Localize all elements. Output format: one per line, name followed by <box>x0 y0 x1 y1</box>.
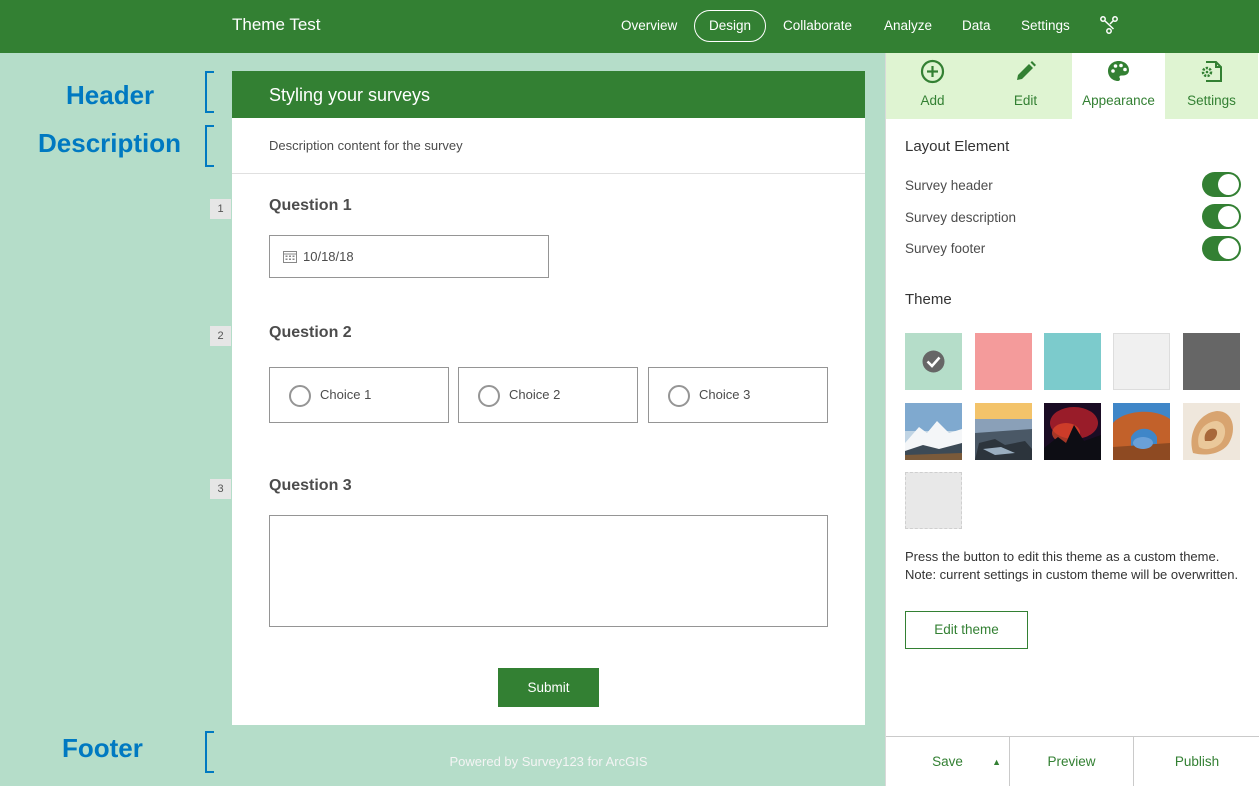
description-bracket <box>205 125 214 167</box>
question-3-textarea[interactable] <box>269 515 828 627</box>
date-input[interactable]: 10/18/18 <box>269 235 549 278</box>
edit-theme-button[interactable]: Edit theme <box>905 611 1028 649</box>
radio-icon <box>289 385 311 407</box>
tab-settings[interactable]: Settings <box>1165 53 1258 119</box>
theme-image-arch[interactable] <box>1113 403 1170 460</box>
annotation-footer: Footer <box>62 733 143 763</box>
theme-swatch-green[interactable] <box>905 333 962 390</box>
choice-label: Choice 2 <box>509 387 561 402</box>
theme-swatch-dark[interactable] <box>1183 333 1240 390</box>
survey-description-toggle[interactable] <box>1202 204 1241 229</box>
tab-edit[interactable]: Edit <box>979 53 1072 119</box>
caret-up-icon[interactable]: ▲ <box>992 737 1001 786</box>
toggle-knob <box>1218 174 1239 195</box>
survey-description: Description content for the survey <box>232 118 865 174</box>
theme-swatch-custom[interactable] <box>905 472 962 529</box>
save-label: Save <box>932 754 963 769</box>
add-circle-icon <box>920 59 945 84</box>
tab-appearance[interactable]: Appearance <box>1072 53 1165 119</box>
question-number: 1 <box>210 199 231 219</box>
tab-label: Edit <box>1013 93 1038 108</box>
nav-settings[interactable]: Settings <box>1007 10 1084 42</box>
choice-label: Choice 1 <box>320 387 372 402</box>
radio-icon <box>668 385 690 407</box>
calendar-icon <box>283 251 297 263</box>
custom-theme-note: Press the button to edit this theme as a… <box>905 549 1239 582</box>
annotation-header: Header <box>66 80 155 110</box>
theme-swatch-pink[interactable] <box>975 333 1032 390</box>
choice-option[interactable]: Choice 3 <box>648 367 828 423</box>
share-icon[interactable] <box>1098 14 1120 36</box>
choice-option[interactable]: Choice 1 <box>269 367 449 423</box>
toggle-label: Survey description <box>905 210 1017 225</box>
check-circle-icon <box>922 350 945 373</box>
nav-overview[interactable]: Overview <box>607 10 691 42</box>
theme-image-seashell[interactable] <box>1183 403 1240 460</box>
appearance-panel: Add Edit Appearance Settings Layout Elem… <box>885 53 1259 786</box>
question-label: Question 2 <box>269 324 352 341</box>
toggle-label: Survey footer <box>905 241 986 256</box>
survey-footer-toggle[interactable] <box>1202 236 1241 261</box>
nav-analyze[interactable]: Analyze <box>870 10 946 42</box>
settings-doc-icon <box>1201 61 1222 82</box>
layout-element-title: Layout Element <box>905 138 1010 155</box>
survey-footer: Powered by Survey123 for ArcGIS <box>449 754 648 769</box>
nav-data[interactable]: Data <box>948 10 1005 42</box>
footer-bracket <box>205 731 214 773</box>
annotation-description: Description <box>38 128 182 158</box>
tab-label: Appearance <box>1082 93 1155 108</box>
radio-icon <box>478 385 500 407</box>
save-button[interactable]: Save ▲ <box>886 737 1010 786</box>
tab-add[interactable]: Add <box>886 53 979 119</box>
toggle-label: Survey header <box>905 178 993 193</box>
publish-button[interactable]: Publish <box>1134 737 1259 786</box>
question-number: 2 <box>210 326 231 346</box>
pencil-icon <box>1017 61 1036 80</box>
theme-image-mountain[interactable] <box>905 403 962 460</box>
toggle-knob <box>1218 206 1239 227</box>
tab-label: Add <box>920 93 945 108</box>
question-number: 3 <box>210 479 231 499</box>
palette-icon <box>1108 61 1129 81</box>
toggle-knob <box>1218 238 1239 259</box>
preview-button[interactable]: Preview <box>1010 737 1134 786</box>
theme-swatch-teal[interactable] <box>1044 333 1101 390</box>
choice-option[interactable]: Choice 2 <box>458 367 638 423</box>
question-label: Question 1 <box>269 197 352 214</box>
survey-header-toggle[interactable] <box>1202 172 1241 197</box>
submit-button[interactable]: Submit <box>498 668 599 707</box>
top-bar: Theme Test Overview Design Collaborate A… <box>0 0 1259 53</box>
theme-image-shore[interactable] <box>975 403 1032 460</box>
theme-title: Theme <box>905 291 952 308</box>
panel-footer: Save ▲ Preview Publish <box>886 736 1259 786</box>
theme-image-aurora[interactable] <box>1044 403 1101 460</box>
theme-swatch-light[interactable] <box>1113 333 1170 390</box>
nav-design[interactable]: Design <box>694 10 767 42</box>
header-bracket <box>205 71 214 113</box>
survey-header: Styling your surveys <box>232 71 865 118</box>
choice-label: Choice 3 <box>699 387 751 402</box>
survey-title: Theme Test <box>232 15 321 34</box>
tab-label: Settings <box>1187 93 1236 108</box>
nav-collaborate[interactable]: Collaborate <box>769 10 866 42</box>
question-label: Question 3 <box>269 477 352 494</box>
